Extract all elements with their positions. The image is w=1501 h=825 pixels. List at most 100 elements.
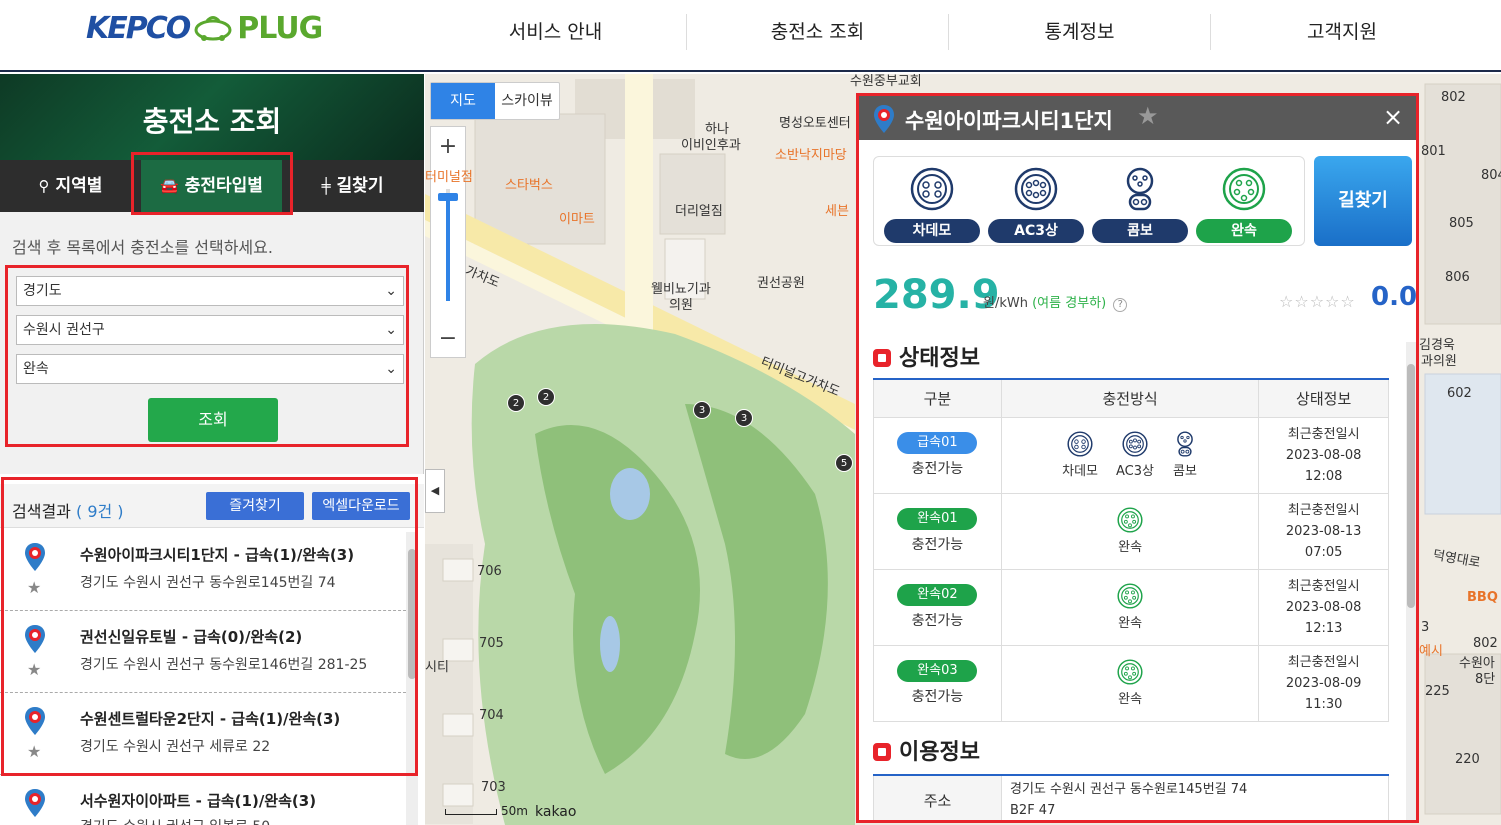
charger-id-badge: 완속01 xyxy=(897,508,978,530)
favorite-star-icon[interactable]: ★ xyxy=(27,660,41,679)
results-panel: 검색결과 ( 9건 ) 즐겨찾기 엑셀다운로드 ★ 수원아이파크시티1단지 - … xyxy=(0,474,424,825)
tab-directions[interactable]: ╪ 길찾기 xyxy=(282,160,423,212)
map-label: 의원 xyxy=(669,298,693,313)
method-label: 완속 xyxy=(1118,616,1143,631)
usage-section-title: 이용정보 xyxy=(873,734,980,766)
map-type-map[interactable]: 지도 xyxy=(431,83,495,119)
map-label: 801 xyxy=(1421,144,1446,159)
charger-type-select-value: 완속 xyxy=(23,361,49,377)
filter-box: 경기도 ⌄ 수원시 권선구 ⌄ 완속 ⌄ 조회 xyxy=(5,265,409,447)
scale-bar xyxy=(445,809,497,815)
station-cluster-marker[interactable]: 5 xyxy=(835,454,853,472)
kepco-plug-logo[interactable]: KEPCO PLUG xyxy=(86,8,346,48)
charger-type-badge: 완속 xyxy=(1196,219,1292,243)
region-select-value: 경기도 xyxy=(23,283,62,299)
station-pin-icon xyxy=(25,707,45,735)
method-label: 콤보 xyxy=(1173,464,1197,479)
nav-station-search[interactable]: 충전소 조회 xyxy=(687,14,949,50)
app: KEPCO PLUG 서비스 안내 충전소 조회 통계정보 고객지원 충전소 조… xyxy=(0,0,1501,825)
district-select[interactable]: 수원시 권선구 ⌄ xyxy=(16,315,404,345)
station-cluster-marker[interactable]: 3 xyxy=(693,401,711,419)
rating-stars[interactable]: ☆☆☆☆☆ xyxy=(1279,292,1356,311)
last-charge-date: 2023-08-13 xyxy=(1285,523,1362,539)
last-charge-info: 최근충전일시 2023-08-08 12:08 xyxy=(1259,424,1388,487)
map-label: 권선공원 xyxy=(757,276,805,291)
method-slow: 완속 xyxy=(1002,583,1258,631)
map-type-skyview[interactable]: 스카이뷰 xyxy=(495,83,559,119)
directions-button[interactable]: 길찾기 xyxy=(1314,156,1412,246)
map-label: 8단 xyxy=(1475,672,1496,687)
table-row: 완속01 충전가능 완속 최근충전일시 2023-08-13 07:05 xyxy=(873,492,1389,570)
charger-state: 충전가능 xyxy=(911,689,964,705)
nav-service-info[interactable]: 서비스 안내 xyxy=(425,14,687,50)
results-header: 검색결과 ( 9건 ) 즐겨찾기 엑셀다운로드 xyxy=(0,484,424,528)
method-label: 완속 xyxy=(1118,692,1143,707)
car-icon: 🚘 xyxy=(160,177,179,195)
close-icon[interactable]: × xyxy=(1383,103,1403,131)
station-cluster-marker[interactable]: 2 xyxy=(537,388,555,406)
nav-statistics[interactable]: 통계정보 xyxy=(949,14,1211,50)
charger-method-cell: 차데모 AC3상 콤보 xyxy=(1000,416,1260,494)
tab-charger-type[interactable]: 🚘 충전타입별 xyxy=(141,160,282,212)
result-item[interactable]: ★ 수원아이파크시티1단지 - 급속(1)/완속(3) 경기도 수원시 권선구 … xyxy=(0,530,406,611)
tab-region[interactable]: ⚲ 지역별 xyxy=(0,160,141,212)
results-scroll-thumb[interactable] xyxy=(408,549,416,679)
result-item[interactable]: 서수원자이아파트 - 급속(1)/완속(3) 경기도 수원시 권선구 일봉로 5… xyxy=(0,776,406,825)
slow-connector-icon xyxy=(1222,167,1266,211)
charger-method-cell: 완속 xyxy=(1000,492,1260,570)
chevron-down-icon: ⌄ xyxy=(385,322,397,338)
result-address: 경기도 수원시 권선구 세류로 22 xyxy=(80,739,271,755)
station-cluster-marker[interactable]: 2 xyxy=(507,394,525,412)
price-note: (여름 경부하) xyxy=(1032,296,1107,311)
favorites-button[interactable]: 즐겨찾기 xyxy=(206,492,304,520)
results-title: 검색결과 ( 9건 ) xyxy=(12,498,124,522)
map-label: 터미널점 xyxy=(425,170,473,185)
charger-type-badge: 콤보 xyxy=(1092,219,1188,243)
result-item[interactable]: ★ 권선신일유토빌 - 급속(0)/완속(2) 경기도 수원시 권선구 동수원로… xyxy=(0,612,406,693)
panel-collapse-button[interactable]: ◀ xyxy=(425,469,445,513)
excel-download-button[interactable]: 엑셀다운로드 xyxy=(312,492,410,520)
ac3-connector-icon xyxy=(1014,167,1058,211)
map-label: 수원중부교회 xyxy=(850,74,922,89)
nav-customer-support[interactable]: 고객지원 xyxy=(1211,14,1473,50)
zoom-slider-handle[interactable] xyxy=(438,193,458,201)
main-nav: 서비스 안내 충전소 조회 통계정보 고객지원 xyxy=(425,14,1501,50)
combo-connector-icon xyxy=(1126,167,1154,211)
map-label: 220 xyxy=(1455,752,1480,767)
charger-id-badge: 완속03 xyxy=(897,660,978,682)
charger-id-badge: 급속01 xyxy=(897,432,978,454)
search-button[interactable]: 조회 xyxy=(148,398,278,442)
map-label: 704 xyxy=(479,708,504,723)
charger-status-cell: 최근충전일시 2023-08-09 11:30 xyxy=(1258,644,1389,722)
charger-id-cell: 완속02 충전가능 xyxy=(873,568,1002,646)
district-select-value: 수원시 권선구 xyxy=(23,322,105,338)
price-unit-label: 원/kWh xyxy=(983,296,1028,311)
map-label: 명성오토센터 xyxy=(779,116,851,131)
zoom-out-button[interactable]: − xyxy=(431,321,465,357)
usage-table: 주소 경기도 수원시 권선구 동수원로145번길 74 B2F 47 xyxy=(873,774,1389,820)
map-label: 802 xyxy=(1473,636,1498,651)
last-charge-date: 2023-08-08 xyxy=(1285,599,1362,615)
region-select[interactable]: 경기도 ⌄ xyxy=(16,276,404,306)
section-icon xyxy=(873,349,891,367)
popup-scroll-thumb[interactable] xyxy=(1407,364,1415,608)
station-pin-icon xyxy=(25,625,45,653)
charger-type-badge: AC3상 xyxy=(988,219,1084,243)
method-icons: 차데모 AC3상 콤보 xyxy=(1002,431,1258,479)
charger-type-select[interactable]: 완속 ⌄ xyxy=(16,354,404,384)
help-icon[interactable]: ? xyxy=(1113,298,1128,312)
result-name: 권선신일유토빌 - 급속(0)/완속(2) xyxy=(80,628,303,646)
tab-directions-label: 길찾기 xyxy=(336,176,384,196)
banner-title: 충전소 조회 xyxy=(142,105,282,138)
result-item[interactable]: ★ 수원센트럴타운2단지 - 급속(1)/완속(3) 경기도 수원시 권선구 세… xyxy=(0,694,406,775)
favorite-star-icon[interactable]: ★ xyxy=(27,742,41,761)
result-address: 경기도 수원시 권선구 동수원로146번길 281-25 xyxy=(80,657,368,673)
tab-region-label: 지역별 xyxy=(55,176,103,196)
favorite-star-icon[interactable]: ★ xyxy=(27,578,41,597)
last-charge-date: 2023-08-09 xyxy=(1285,675,1362,691)
chevron-down-icon: ⌄ xyxy=(385,283,397,299)
zoom-in-button[interactable]: + xyxy=(431,129,465,165)
station-cluster-marker[interactable]: 3 xyxy=(735,409,753,427)
favorite-star-icon[interactable]: ★ xyxy=(1137,102,1159,130)
status-col-status: 상태정보 xyxy=(1258,378,1389,418)
